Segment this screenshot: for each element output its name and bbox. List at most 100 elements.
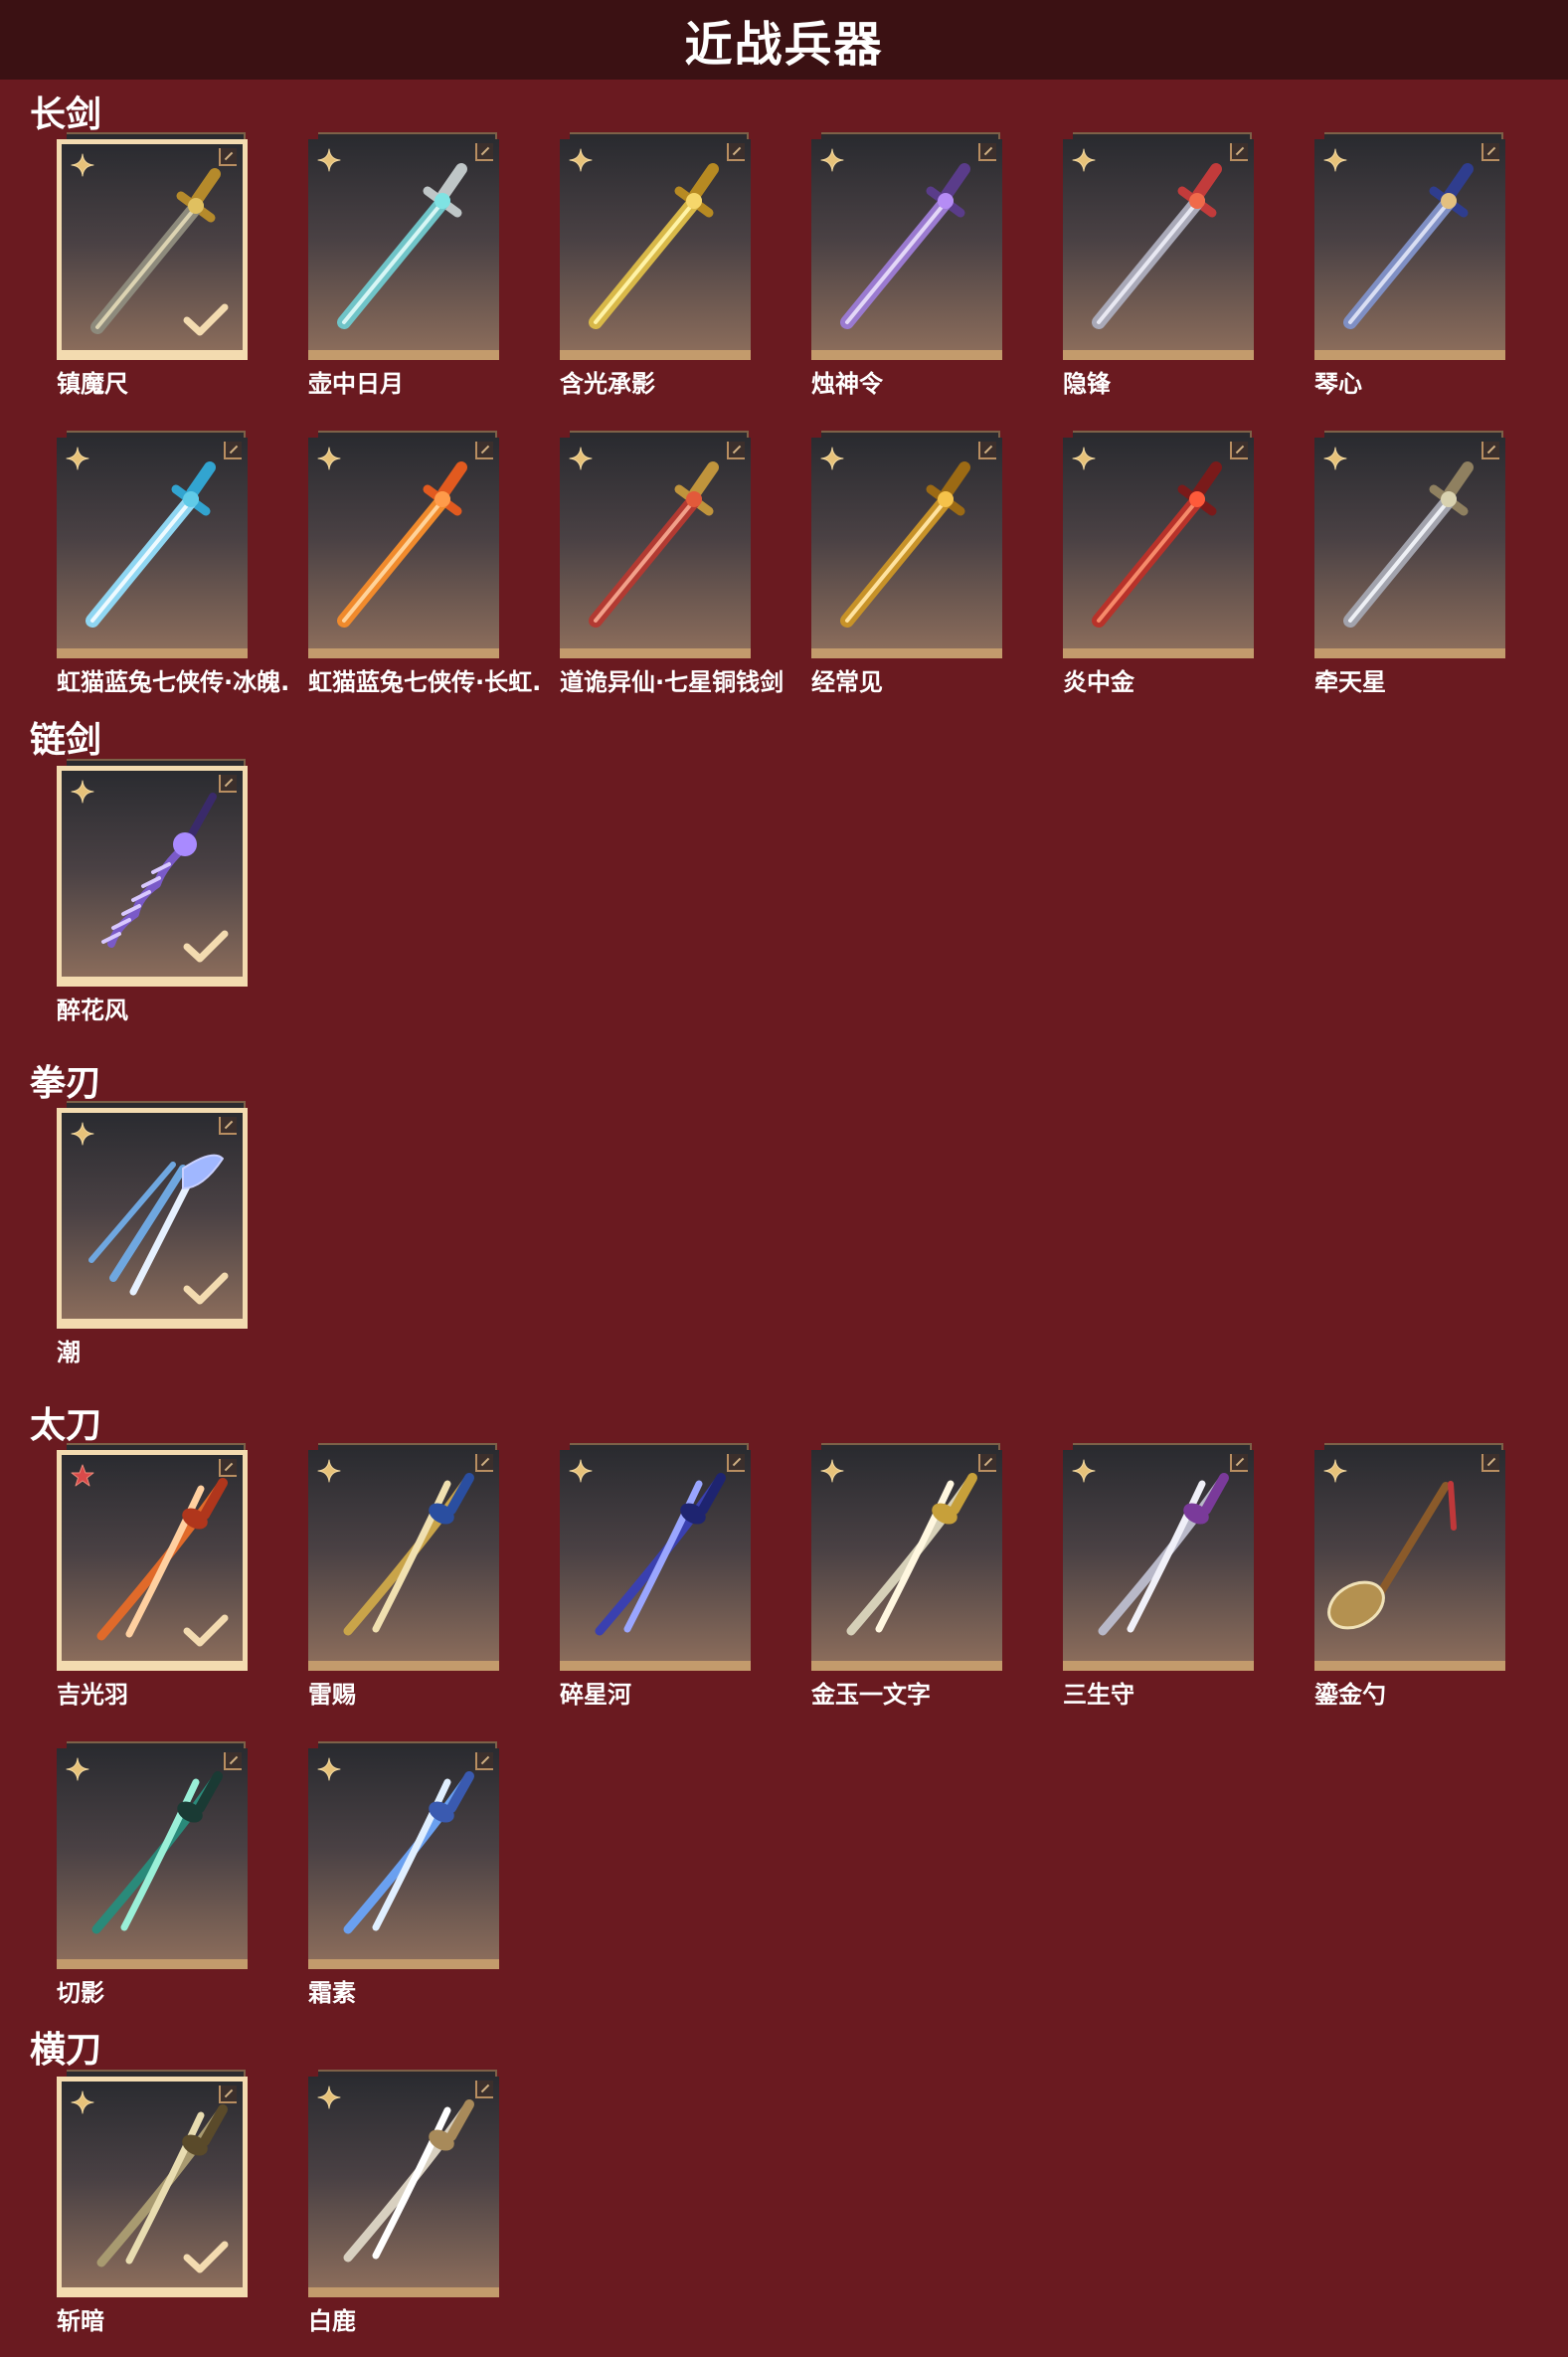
weapon-card — [308, 139, 499, 360]
weapon-tile[interactable]: 虹猫蓝兔七侠传·冰魄. — [57, 431, 289, 696]
saber-icon — [343, 2099, 474, 2263]
weapon-name: 经常见 — [811, 668, 883, 696]
page-title: 近战兵器 — [684, 17, 884, 73]
weapon-card — [57, 139, 248, 360]
section-title: 拳刃 — [30, 1063, 102, 1104]
weapon-tile[interactable]: 吉光羽 — [57, 1443, 248, 1709]
weapon-name: 镇魔尺 — [57, 370, 128, 398]
weapon-tile[interactable]: 琴心 — [1314, 132, 1505, 398]
checkmark-icon — [183, 1272, 229, 1305]
weapon-card — [308, 1748, 499, 1969]
weapon-tile[interactable]: 切影 — [57, 1741, 248, 2007]
weapon-name: 三生守 — [1063, 1681, 1134, 1709]
weapon-name: 白鹿 — [308, 2307, 356, 2335]
weapon-name: 壶中日月 — [308, 370, 404, 398]
weapon-card — [57, 438, 248, 658]
weapon-tile[interactable]: 霜素 — [308, 1741, 499, 2007]
weapon-name: 隐锋 — [1063, 370, 1111, 398]
weapon-card — [811, 1450, 1002, 1671]
weapon-name: 潮 — [57, 1339, 81, 1366]
checkmark-icon — [183, 2241, 229, 2273]
checkmark-icon — [183, 1614, 229, 1647]
weapon-card — [57, 766, 248, 987]
sword-icon — [1092, 461, 1222, 628]
weapon-card — [560, 438, 751, 658]
weapon-tile[interactable]: 虹猫蓝兔七侠传·长虹. — [308, 431, 541, 696]
weapon-card — [57, 1450, 248, 1671]
weapon-name: 霜素 — [308, 1979, 356, 2007]
section-title: 链剑 — [30, 720, 102, 761]
section-title: 横刀 — [30, 2030, 102, 2071]
katana-icon — [91, 1771, 223, 1934]
weapon-tile[interactable]: 壶中日月 — [308, 132, 499, 398]
sword-icon — [589, 163, 719, 329]
weapon-name: 琴心 — [1314, 370, 1362, 398]
weapon-card — [1314, 1450, 1505, 1671]
sword-icon — [337, 461, 467, 628]
weapon-card — [1314, 438, 1505, 658]
weapon-name: 虹猫蓝兔七侠传·冰魄. — [57, 668, 290, 696]
weapon-tile[interactable]: 道诡异仙·七星铜钱剑 — [560, 431, 784, 696]
weapon-card — [1314, 139, 1505, 360]
weapon-name: 吉光羽 — [57, 1681, 128, 1709]
weapon-card — [308, 1450, 499, 1671]
weapon-tile[interactable]: 碎星河 — [560, 1443, 751, 1709]
weapon-tile[interactable]: 斩暗 — [57, 2070, 248, 2335]
page-header: 近战兵器 — [0, 0, 1568, 80]
checkmark-icon — [183, 303, 229, 336]
weapon-tile[interactable]: 经常见 — [811, 431, 1002, 696]
weapon-name: 牵天星 — [1314, 668, 1386, 696]
weapon-tile[interactable]: 镇魔尺 — [57, 132, 248, 398]
weapon-name: 鎏金勺 — [1314, 1681, 1386, 1709]
weapon-tile[interactable]: 醉花风 — [57, 759, 248, 1024]
weapon-tile[interactable]: 烛神令 — [811, 132, 1002, 398]
weapon-card — [57, 1108, 248, 1329]
weapon-name: 斩暗 — [57, 2307, 104, 2335]
weapon-name: 炎中金 — [1063, 668, 1134, 696]
sword-icon — [337, 163, 467, 329]
katana-icon — [846, 1473, 977, 1636]
weapon-tile[interactable]: 炎中金 — [1063, 431, 1254, 696]
weapon-tile[interactable]: 金玉一文字 — [811, 1443, 1002, 1709]
weapon-name: 雷赐 — [308, 1681, 356, 1709]
weapon-name: 醉花风 — [57, 997, 128, 1024]
weapon-tile[interactable]: 潮 — [57, 1101, 248, 1366]
sword-icon — [1343, 461, 1474, 628]
weapon-name: 虹猫蓝兔七侠传·长虹. — [308, 668, 542, 696]
weapon-tile[interactable]: 鎏金勺 — [1314, 1443, 1505, 1709]
katana-icon — [343, 1473, 474, 1636]
weapon-name: 道诡异仙·七星铜钱剑 — [560, 668, 784, 696]
sword-icon — [840, 461, 970, 628]
weapon-card — [57, 2077, 248, 2297]
weapon-name: 含光承影 — [560, 370, 655, 398]
sword-icon — [86, 461, 216, 628]
weapon-tile[interactable]: 雷赐 — [308, 1443, 499, 1709]
sword-icon — [1092, 163, 1222, 329]
sword-icon — [589, 461, 719, 628]
katana-icon — [595, 1473, 726, 1636]
weapon-tile[interactable]: 含光承影 — [560, 132, 751, 398]
katana-icon — [343, 1771, 474, 1934]
weapon-card — [811, 139, 1002, 360]
weapon-card — [560, 1450, 751, 1671]
checkmark-icon — [183, 930, 229, 963]
weapon-tile[interactable]: 隐锋 — [1063, 132, 1254, 398]
weapon-name: 烛神令 — [811, 370, 883, 398]
weapon-name: 碎星河 — [560, 1681, 631, 1709]
weapon-name: 金玉一文字 — [811, 1681, 931, 1709]
section-title: 太刀 — [30, 1405, 102, 1446]
sword-icon — [1343, 163, 1474, 329]
weapon-card — [1063, 139, 1254, 360]
weapon-name: 切影 — [57, 1979, 104, 2007]
weapon-tile[interactable]: 白鹿 — [308, 2070, 499, 2335]
weapon-card — [308, 2077, 499, 2297]
weapon-card — [811, 438, 1002, 658]
spoon-icon — [1327, 1481, 1457, 1630]
weapon-card — [308, 438, 499, 658]
weapon-tile[interactable]: 牵天星 — [1314, 431, 1505, 696]
katana-icon — [1098, 1473, 1229, 1636]
weapon-card — [57, 1748, 248, 1969]
sword-icon — [840, 163, 970, 329]
weapon-card — [1063, 1450, 1254, 1671]
weapon-tile[interactable]: 三生守 — [1063, 1443, 1254, 1709]
